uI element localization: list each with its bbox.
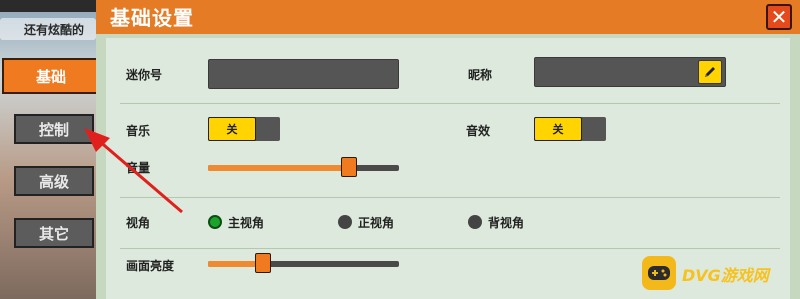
- close-icon: ✕: [770, 5, 788, 29]
- view-option-label: 背视角: [488, 216, 525, 230]
- sidebar-tab-label: 其它: [38, 224, 69, 243]
- gamepad-icon: [642, 256, 676, 290]
- radio-icon: [468, 215, 482, 229]
- volume-slider[interactable]: [208, 157, 399, 177]
- music-toggle[interactable]: 关: [208, 117, 280, 141]
- sidebar-tab-label: 控制: [38, 120, 69, 139]
- mini-id-field: [208, 59, 399, 89]
- watermark: DVG游戏网: [642, 252, 792, 292]
- panel-header: 基础设置 ✕: [96, 0, 800, 34]
- radio-icon: [208, 215, 222, 229]
- sfx-toggle-knob: 关: [534, 117, 582, 141]
- sidebar-tab-advanced[interactable]: 高级: [14, 166, 94, 196]
- close-button[interactable]: ✕: [766, 4, 792, 30]
- sidebar-tab-basic[interactable]: 基础: [2, 58, 100, 94]
- edit-nickname-button[interactable]: [698, 60, 722, 84]
- volume-slider-fill: [208, 165, 349, 171]
- sidebar-tab-label: 高级: [38, 172, 69, 191]
- volume-label: 音量: [126, 161, 151, 175]
- view-label: 视角: [126, 216, 151, 230]
- view-option-label: 正视角: [358, 216, 395, 230]
- brightness-slider-thumb[interactable]: [255, 253, 271, 273]
- background-note: 还有炫酷的: [0, 18, 96, 40]
- volume-slider-thumb[interactable]: [341, 157, 357, 177]
- sidebar-tab-label: 基础: [35, 67, 66, 86]
- row-divider: [120, 197, 780, 198]
- background-note-text: 还有炫酷的: [24, 23, 85, 37]
- sidebar-tab-other[interactable]: 其它: [14, 218, 94, 248]
- row-divider: [120, 248, 780, 249]
- sfx-label: 音效: [466, 124, 491, 138]
- brightness-label: 画面亮度: [126, 259, 175, 273]
- brightness-slider[interactable]: [208, 253, 399, 273]
- pencil-icon: [705, 67, 715, 77]
- mini-id-label: 迷你号: [126, 68, 163, 82]
- sidebar-tab-control[interactable]: 控制: [14, 114, 94, 144]
- music-label: 音乐: [126, 124, 151, 138]
- music-toggle-knob: 关: [208, 117, 256, 141]
- row-divider: [120, 103, 780, 104]
- radio-icon: [338, 215, 352, 229]
- nickname-label: 昵称: [468, 68, 493, 82]
- sfx-toggle[interactable]: 关: [534, 117, 606, 141]
- view-option-label: 主视角: [228, 216, 265, 230]
- panel-title: 基础设置: [110, 6, 194, 30]
- watermark-text: DVG游戏网: [682, 266, 769, 285]
